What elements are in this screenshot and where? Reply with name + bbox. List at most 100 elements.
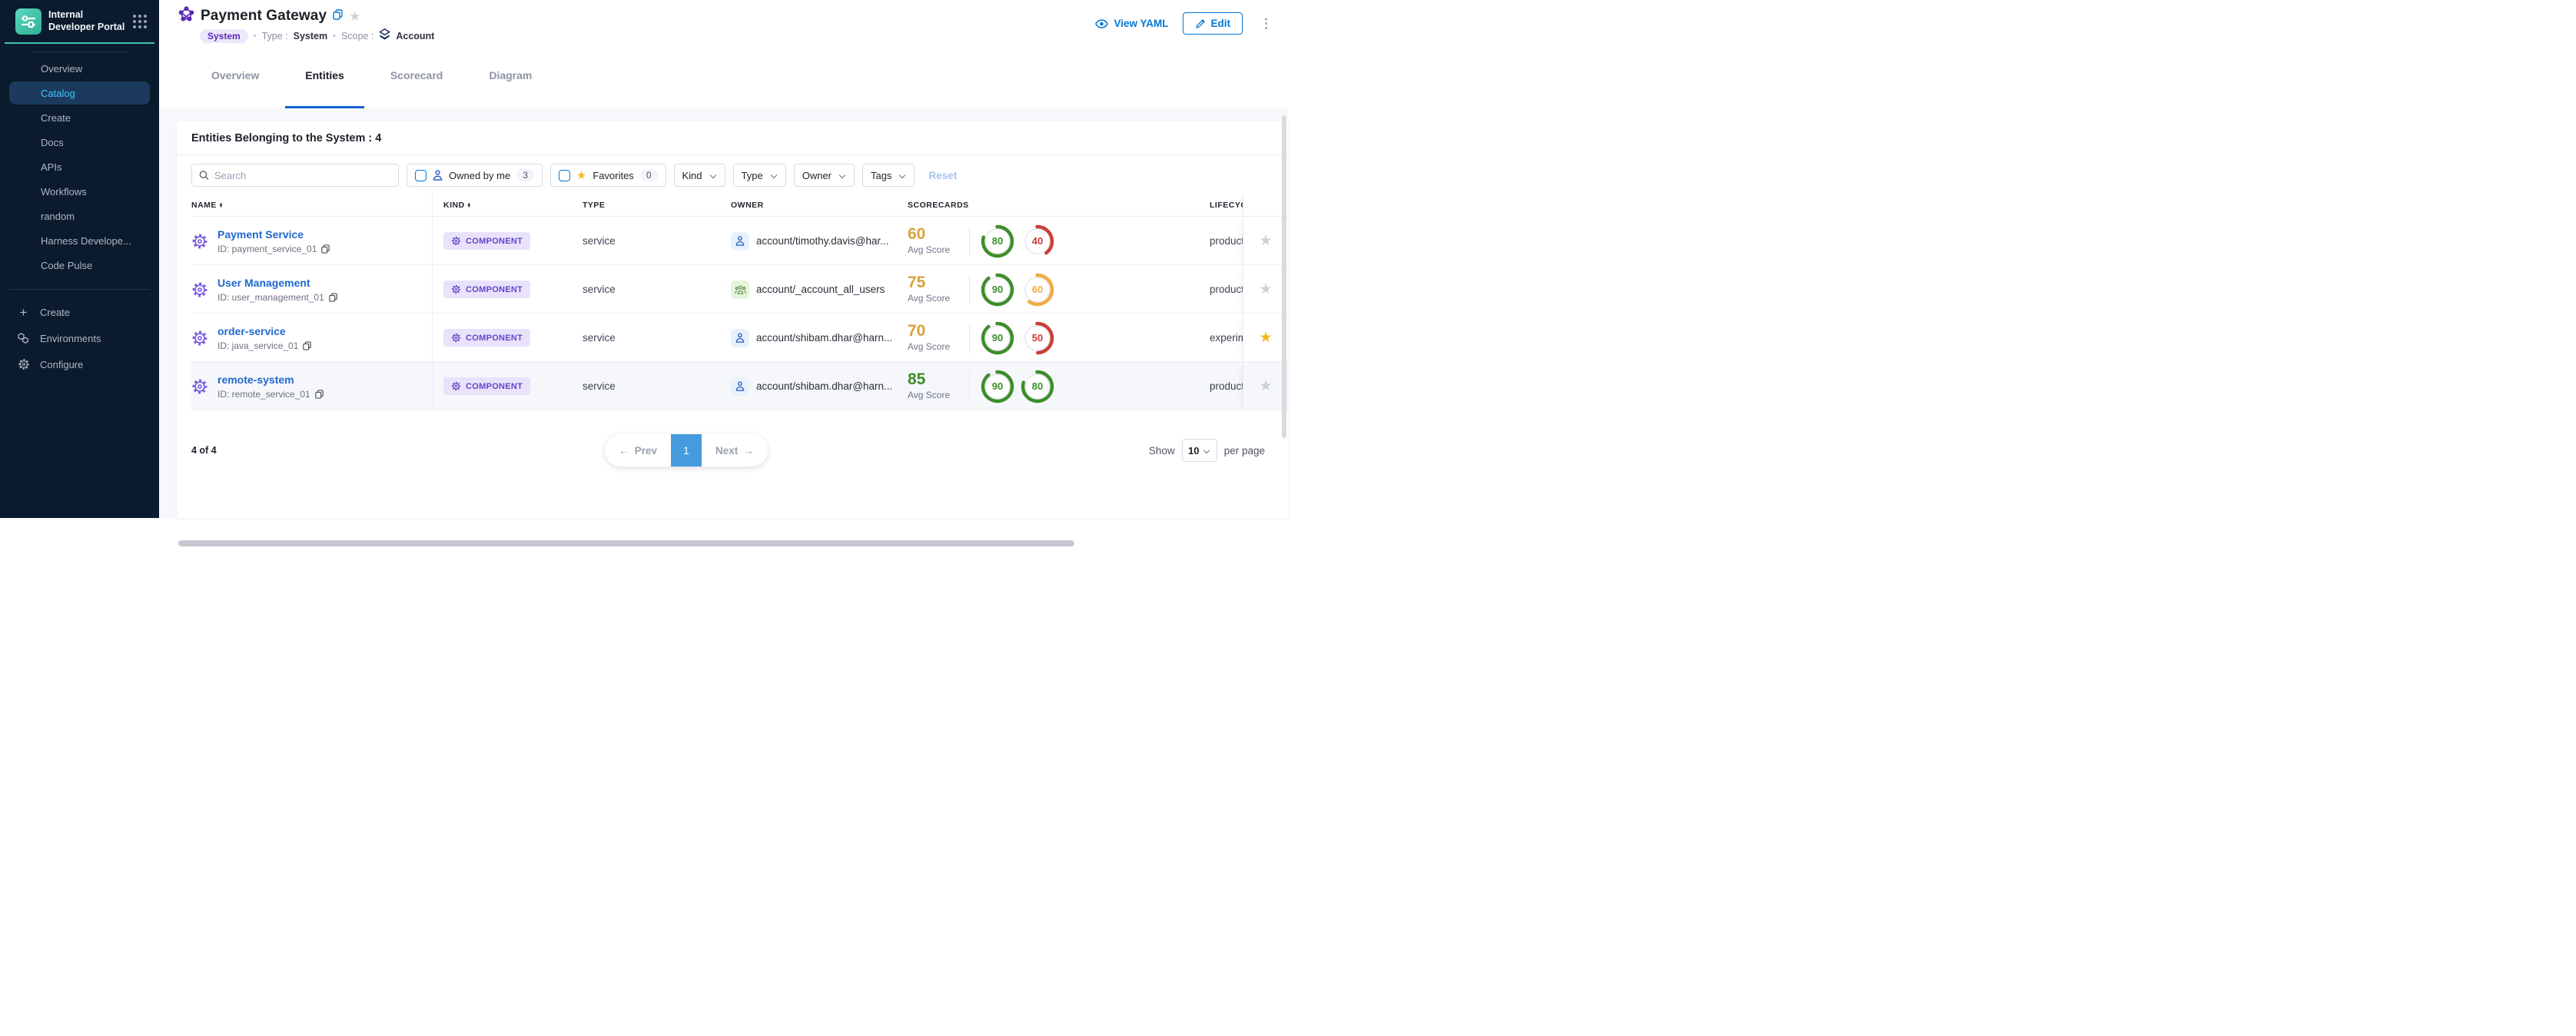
search-box[interactable] <box>191 164 399 187</box>
entity-type: service <box>565 217 707 265</box>
horizontal-scrollbar[interactable] <box>178 540 1074 546</box>
dot-separator: • <box>333 32 336 41</box>
scorecard-gauge[interactable]: 50 <box>1021 321 1054 355</box>
gear-icon <box>451 333 461 343</box>
sidebar-item-code-pulse[interactable]: Code Pulse <box>9 254 150 277</box>
sidebar-configure-label: Configure <box>40 359 83 370</box>
favorite-star-icon[interactable]: ★ <box>1259 282 1272 297</box>
section-title: Entities Belonging to the System : 4 <box>191 132 1273 144</box>
pagination-pill: ←Prev 1 Next→ <box>605 434 768 467</box>
sidebar: Internal Developer Portal Overview Catal… <box>0 0 159 518</box>
copy-icon[interactable] <box>315 390 324 399</box>
sidebar-environments[interactable]: Environments <box>0 325 159 351</box>
entity-name-link[interactable]: order-service <box>217 325 311 337</box>
kind-component-badge: COMPONENT <box>443 329 530 347</box>
show-label: Show <box>1149 445 1175 457</box>
entity-name-link[interactable]: remote-system <box>217 374 324 386</box>
scorecard-gauge[interactable]: 60 <box>1021 273 1054 307</box>
edit-button[interactable]: Edit <box>1183 12 1243 35</box>
page-size-select[interactable]: 10 <box>1182 439 1217 462</box>
sort-icon: ▴▾ <box>220 203 223 208</box>
prev-page-button[interactable]: ←Prev <box>605 434 671 467</box>
tab-diagram[interactable]: Diagram <box>469 44 552 108</box>
view-yaml-label: View YAML <box>1114 18 1168 29</box>
sidebar-item-overview[interactable]: Overview <box>9 57 150 80</box>
per-page-label: per page <box>1224 445 1265 457</box>
lifecycle-value: production <box>1210 284 1243 295</box>
sidebar-item-create[interactable]: Create <box>9 106 150 129</box>
search-input[interactable] <box>214 170 391 181</box>
favorite-entity-star-icon[interactable]: ★ <box>349 10 360 23</box>
kind-component-badge: COMPONENT <box>443 377 530 395</box>
column-header-kind[interactable]: KIND▴▾ <box>433 194 565 217</box>
entity-name-link[interactable]: Payment Service <box>217 228 330 241</box>
gear-icon <box>17 358 30 371</box>
chevron-down-icon <box>899 172 906 179</box>
tab-scorecard[interactable]: Scorecard <box>370 44 463 108</box>
scorecard-gauge[interactable]: 90 <box>981 321 1014 355</box>
entity-id: ID: payment_service_01 <box>217 244 317 254</box>
sidebar-item-apis[interactable]: APIs <box>9 155 150 178</box>
favorites-count: 0 <box>640 169 658 181</box>
app-window: Internal Developer Portal Overview Catal… <box>0 0 1288 518</box>
type-filter-dropdown[interactable]: Type <box>733 164 786 187</box>
scorecard-gauge[interactable]: 80 <box>1021 370 1054 403</box>
scorecard-gauge[interactable]: 40 <box>1021 224 1054 258</box>
favorite-star-icon[interactable]: ★ <box>1259 234 1272 248</box>
scorecard-gauge[interactable]: 90 <box>981 370 1014 403</box>
owner-user-icon <box>731 232 749 251</box>
favorites-filter[interactable]: ★ Favorites 0 <box>550 164 666 187</box>
dot-separator: • <box>254 32 257 41</box>
table-row: order-service ID: java_service_01 COMPON… <box>191 314 1288 362</box>
page-header: Payment Gateway ★ System • Type : System… <box>159 0 1288 44</box>
sidebar-configure[interactable]: Configure <box>0 351 159 377</box>
avg-score-label: Avg Score <box>908 244 950 255</box>
favorites-checkbox[interactable] <box>559 170 570 181</box>
pagination: 4 of 4 ←Prev 1 Next→ Show 10 per page <box>177 421 1288 480</box>
favorite-star-icon[interactable]: ★ <box>1259 330 1272 345</box>
tags-filter-label: Tags <box>871 170 891 181</box>
kind-filter-dropdown[interactable]: Kind <box>674 164 725 187</box>
entity-id: ID: user_management_01 <box>217 292 324 303</box>
page-number-button[interactable]: 1 <box>671 434 702 467</box>
scorecard-gauge[interactable]: 90 <box>981 273 1014 307</box>
sidebar-item-catalog[interactable]: Catalog <box>9 81 150 105</box>
more-options-kebab-icon[interactable]: ⋮ <box>1256 16 1276 32</box>
kind-filter-label: Kind <box>682 170 702 181</box>
sidebar-item-docs[interactable]: Docs <box>9 131 150 154</box>
pagination-summary: 4 of 4 <box>191 445 217 456</box>
owned-by-me-filter[interactable]: Owned by me 3 <box>407 164 543 187</box>
tags-filter-dropdown[interactable]: Tags <box>862 164 915 187</box>
app-switcher-icon[interactable] <box>133 15 147 28</box>
gear-icon <box>451 381 461 391</box>
entity-name-link[interactable]: User Management <box>217 277 337 289</box>
table-row: User Management ID: user_management_01 C… <box>191 265 1288 314</box>
copy-icon[interactable] <box>329 293 337 302</box>
favorite-star-icon[interactable]: ★ <box>1259 379 1272 393</box>
scorecard-gauge[interactable]: 80 <box>981 224 1014 258</box>
prev-label: Prev <box>635 445 657 457</box>
sidebar-divider <box>31 51 128 52</box>
tab-entities[interactable]: Entities <box>285 44 364 108</box>
column-header-scorecards: SCORECARDS <box>891 194 1153 217</box>
sidebar-item-random[interactable]: random <box>9 204 150 227</box>
reset-filters-button[interactable]: Reset <box>928 170 957 181</box>
view-yaml-button[interactable]: View YAML <box>1095 18 1168 29</box>
copy-icon[interactable] <box>333 9 343 24</box>
edit-label: Edit <box>1211 18 1231 29</box>
copy-icon[interactable] <box>321 244 330 254</box>
copy-icon[interactable] <box>303 341 311 350</box>
sidebar-create-button[interactable]: + Create <box>0 299 159 325</box>
pencil-icon <box>1195 18 1206 29</box>
column-header-name[interactable]: NAME▴▾ <box>191 194 433 217</box>
owner-filter-dropdown[interactable]: Owner <box>794 164 855 187</box>
next-page-button[interactable]: Next→ <box>702 434 768 467</box>
component-gear-icon <box>191 281 208 298</box>
vertical-scrollbar[interactable] <box>1282 115 1286 438</box>
sidebar-item-workflows[interactable]: Workflows <box>9 180 150 203</box>
column-header-owner: OWNER <box>707 194 891 217</box>
owned-by-me-checkbox[interactable] <box>415 170 427 181</box>
sidebar-item-harness-developer[interactable]: Harness Develope... <box>9 229 150 252</box>
tab-overview[interactable]: Overview <box>191 44 279 108</box>
entity-meta-row: System • Type : System • Scope : Account <box>200 28 434 43</box>
